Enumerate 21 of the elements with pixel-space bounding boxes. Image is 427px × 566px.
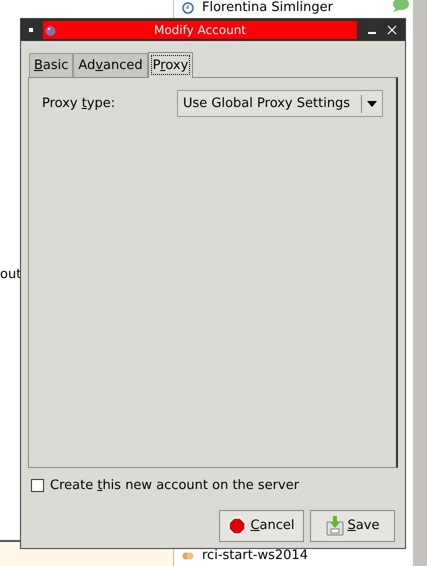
checkbox[interactable] — [31, 479, 44, 492]
tab[interactable]: Basic — [29, 53, 74, 77]
save-download-icon — [326, 516, 344, 536]
stop-sign-icon — [228, 516, 246, 534]
tab[interactable]: Advanced — [73, 53, 148, 77]
checkbox-label: Create this new account on the server — [50, 477, 300, 495]
close-icon[interactable] — [387, 25, 397, 35]
clock-icon — [182, 2, 194, 14]
tab[interactable]: Proxy — [148, 52, 194, 78]
window-title: Modify Account — [152, 22, 248, 39]
speech-bubble-icon — [392, 0, 410, 12]
cancel-button[interactable]: Cancel — [219, 510, 304, 542]
contact-name[interactable]: rci-start-ws2014 — [202, 548, 308, 563]
contact-name[interactable]: Florentina Simlinger — [202, 0, 333, 15]
dropdown-arrow-icon — [367, 100, 377, 106]
bird-app-icon — [45, 24, 56, 36]
group-icon — [182, 550, 194, 562]
background-text: out — [0, 266, 22, 284]
save-button[interactable]: Save — [310, 510, 395, 542]
proxy-type-dropdown[interactable]: Use Global Proxy Settings — [177, 90, 383, 117]
proxy-type-label: Proxy type: — [42, 94, 116, 113]
